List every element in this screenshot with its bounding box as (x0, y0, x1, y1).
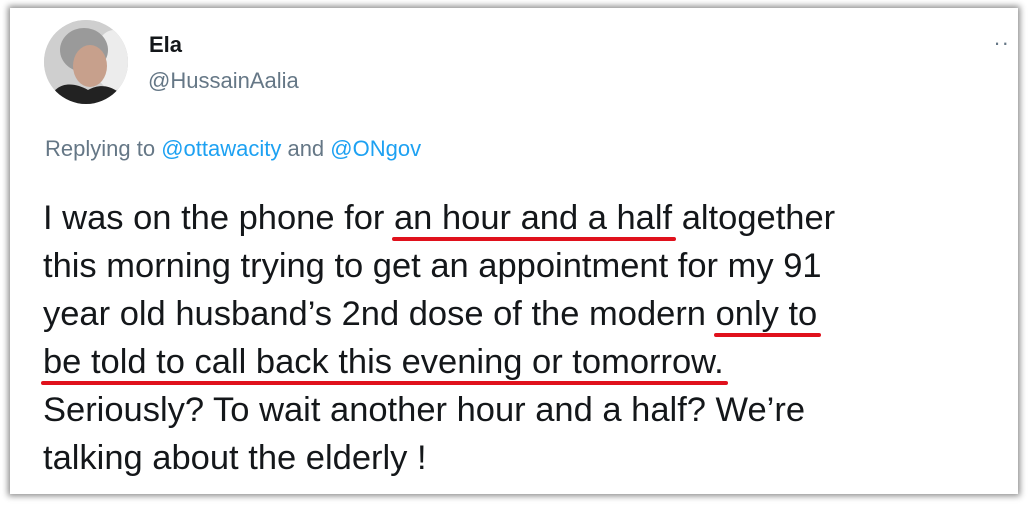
tweet-card: Ela @HussainAalia ·· Replying to @ottawa… (10, 8, 1018, 494)
tweet-line: Seriously? To wait another hour and a ha… (43, 391, 806, 429)
author-name[interactable]: Ela (149, 32, 182, 58)
avatar-photo (44, 20, 128, 104)
tweet-line: talking about the elderly ! (43, 439, 427, 477)
replying-prefix: Replying to (45, 136, 162, 161)
text-segment: I was on the phone for (43, 199, 394, 237)
tweet-line: be told to call back this evening or tom… (41, 338, 1003, 386)
reply-link-ongov[interactable]: @ONgov (330, 136, 421, 161)
text-segment: altogether (672, 199, 836, 237)
underlined-text: be told to call back this evening or tom… (41, 338, 728, 386)
text-segment: year old husband’s 2nd dose of the moder… (43, 295, 716, 333)
avatar[interactable] (44, 20, 128, 104)
reply-and: and (281, 136, 331, 161)
underlined-text: only to (713, 290, 821, 338)
underlined-text: an hour and a half (391, 194, 677, 242)
tweet-line: year old husband’s 2nd dose of the moder… (43, 290, 1003, 338)
author-handle[interactable]: @HussainAalia (148, 68, 299, 94)
ellipsis-icon[interactable]: ·· (993, 30, 1010, 56)
tweet-line: I was on the phone for an hour and a hal… (43, 194, 1003, 242)
tweet-line: this morning trying to get an appointmen… (43, 247, 822, 285)
replying-to: Replying to @ottawacity and @ONgov (45, 136, 421, 162)
reply-link-ottawacity[interactable]: @ottawacity (161, 136, 281, 161)
tweet-text: I was on the phone for an hour and a hal… (41, 194, 1003, 482)
